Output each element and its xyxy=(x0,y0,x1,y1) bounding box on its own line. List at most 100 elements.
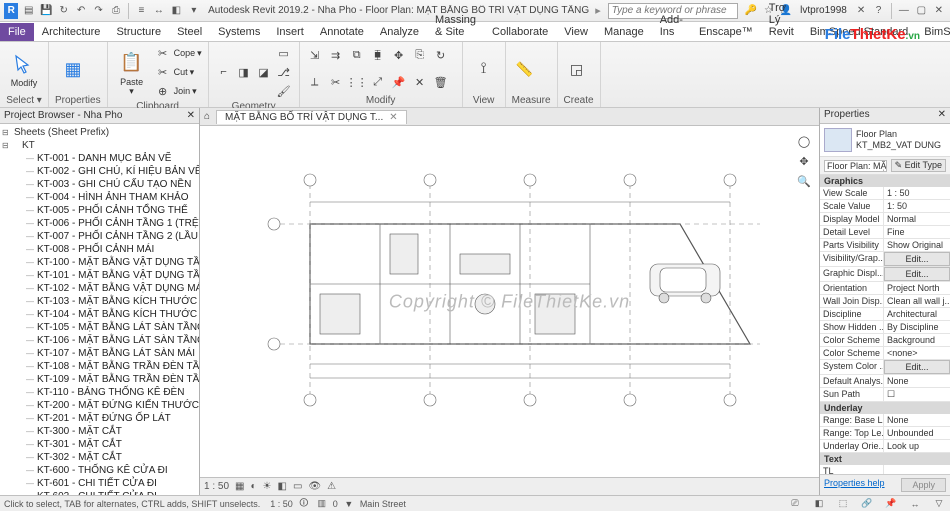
window-close-icon[interactable]: ✕ xyxy=(932,3,946,19)
nav-pan-icon[interactable]: ✥ xyxy=(795,152,813,170)
qat-sync-icon[interactable]: ↻ xyxy=(56,3,70,19)
qat-dropdown-icon[interactable]: ▾ xyxy=(187,3,201,19)
pb-sheet-item[interactable]: KT-006 - PHỐI CẢNH TẦNG 1 (TRỆT) xyxy=(0,217,199,230)
pb-sheet-item[interactable]: KT-104 - MẶT BẰNG KÍCH THƯỚC TẦNG … xyxy=(0,308,199,321)
properties-help-link[interactable]: Properties help xyxy=(824,478,885,492)
status-model-icon[interactable]: 🛈 xyxy=(297,497,311,511)
pb-kt-node[interactable]: KT xyxy=(0,139,199,152)
prop-row[interactable]: Underlay Orie...Look up xyxy=(820,440,950,453)
geom-cut-icon[interactable]: ◨ xyxy=(235,63,253,81)
pb-sheet-item[interactable]: KT-004 - HÌNH ẢNH THAM KHẢO xyxy=(0,191,199,204)
status-pin-icon[interactable]: 📌 xyxy=(884,497,898,511)
mirror-axis-icon[interactable]: ⧉ xyxy=(348,47,366,65)
pb-sheet-item[interactable]: KT-005 - PHỐI CẢNH TỔNG THỂ xyxy=(0,204,199,217)
tab-collaborate[interactable]: Collaborate xyxy=(484,23,556,41)
pb-sheet-item[interactable]: KT-106 - MẶT BẰNG LÁT SÀN TẦNG 2 (LẦ… xyxy=(0,334,199,347)
pb-sheet-item[interactable]: KT-001 - DANH MỤC BẢN VẼ xyxy=(0,152,199,165)
prop-row[interactable]: Parts VisibilityShow Original xyxy=(820,239,950,252)
pb-sheet-item[interactable]: KT-007 - PHỐI CẢNH TẦNG 2 (LẦU 1) xyxy=(0,230,199,243)
pb-sheet-item[interactable]: KT-109 - MẶT BẰNG TRẦN ĐÈN TẦNG 2 (… xyxy=(0,373,199,386)
properties-button[interactable]: ▦ xyxy=(55,55,91,83)
help-icon[interactable]: ? xyxy=(871,3,885,19)
pb-sheet-item[interactable]: KT-300 - MẶT CẮT xyxy=(0,425,199,438)
tab-enscape-[interactable]: Enscape™ xyxy=(691,23,761,41)
mirror-draw-icon[interactable]: ⧯ xyxy=(369,47,387,65)
status-link-icon[interactable]: 🔗 xyxy=(860,497,874,511)
pb-sheets-node[interactable]: Sheets (Sheet Prefix) xyxy=(0,126,199,139)
prop-row[interactable]: Color Scheme<none> xyxy=(820,347,950,360)
status-filter2-icon[interactable]: ▽ xyxy=(932,497,946,511)
pb-sheet-item[interactable]: KT-102 - MẶT BẰNG VẬT DỤNG MÁI xyxy=(0,282,199,295)
create-similar-icon[interactable]: ◲ xyxy=(564,60,590,78)
pb-sheet-item[interactable]: KT-105 - MẶT BẰNG LÁT SÀN TẦNG 1 (TR… xyxy=(0,321,199,334)
status-select-icon[interactable]: ⬚ xyxy=(836,497,850,511)
pb-sheet-item[interactable]: KT-108 - MẶT BẰNG TRẦN ĐÈN TẦNG 1 (… xyxy=(0,360,199,373)
pb-sheet-item[interactable]: KT-103 - MẶT BẰNG KÍCH THƯỚC TẦNG … xyxy=(0,295,199,308)
geom-split-icon[interactable]: ⎇ xyxy=(275,63,293,81)
tab-annotate[interactable]: Annotate xyxy=(312,23,372,41)
tab-steel[interactable]: Steel xyxy=(169,23,210,41)
cut-button[interactable]: ✂Cut ▾ xyxy=(154,63,202,81)
view-tab[interactable]: MẶT BẰNG BỐ TRÍ VẬT DỤNG T... ✕ xyxy=(216,110,407,124)
tab-systems[interactable]: Systems xyxy=(210,23,268,41)
qat-print-icon[interactable]: ⎙ xyxy=(109,3,123,19)
qat-dim-icon[interactable]: ↔ xyxy=(152,3,166,19)
status-scale[interactable]: 1 : 50 xyxy=(270,499,293,509)
prop-row[interactable]: Sun Path☐ xyxy=(820,388,950,402)
pb-sheet-item[interactable]: KT-600 - THỐNG KÊ CỬA ĐI xyxy=(0,464,199,477)
rotate-icon[interactable]: ↻ xyxy=(432,47,450,65)
pin-icon[interactable]: 📌 xyxy=(390,73,408,91)
delete-icon[interactable]: 🗑 xyxy=(432,73,450,91)
prop-row[interactable]: Range: Base L...None xyxy=(820,414,950,427)
exchange-icon[interactable]: ✕ xyxy=(854,3,868,19)
geom-paint-icon[interactable]: 🖌 xyxy=(275,82,293,100)
prop-group[interactable]: Underlay xyxy=(820,402,950,414)
prop-row[interactable]: Default Analys...None xyxy=(820,375,950,388)
apply-button[interactable]: Apply xyxy=(901,478,946,492)
user-name[interactable]: lvtpro1998 xyxy=(800,5,847,16)
align-icon[interactable]: ⇲ xyxy=(306,47,324,65)
vc-reveal-icon[interactable]: ⚠ xyxy=(327,481,336,492)
pb-sheet-item[interactable]: KT-302 - MẶT CẮT xyxy=(0,451,199,464)
vc-shadow-icon[interactable]: ◧ xyxy=(278,481,287,492)
pb-sheet-item[interactable]: KT-008 - PHỐI CẢNH MÁI xyxy=(0,243,199,256)
tab-insert[interactable]: Insert xyxy=(268,23,312,41)
drawing-area[interactable]: Copyright © FileThietKe.vn ◯ ✥ 🔍 xyxy=(200,126,819,477)
home-view-icon[interactable]: ⌂ xyxy=(200,111,214,122)
status-drag-icon[interactable]: ↔ xyxy=(908,497,922,511)
view-hide-icon[interactable]: ⟟ xyxy=(469,60,499,78)
window-max-icon[interactable]: ▢ xyxy=(914,3,928,19)
scale-icon[interactable]: ⤢ xyxy=(369,73,387,91)
modify-tool-button[interactable]: Modify xyxy=(6,50,42,88)
prop-row[interactable]: OrientationProject North xyxy=(820,282,950,295)
prop-row[interactable]: Detail LevelFine xyxy=(820,226,950,239)
qat-undo-icon[interactable]: ↶ xyxy=(74,3,88,19)
vc-detail-icon[interactable]: ▦ xyxy=(235,481,244,492)
trim-icon[interactable]: ⟂ xyxy=(306,73,324,91)
measure-icon[interactable]: 📏 xyxy=(512,60,538,78)
prop-group[interactable]: Text xyxy=(820,453,950,465)
vc-crop-icon[interactable]: ▭ xyxy=(293,481,302,492)
type-selector[interactable]: Floor Plan KT_MB2_VAT DUNG xyxy=(820,124,950,157)
qat-redo-icon[interactable]: ↷ xyxy=(91,3,105,19)
tab-manage[interactable]: Manage xyxy=(596,23,652,41)
vc-scale[interactable]: 1 : 50 xyxy=(204,481,229,492)
pb-sheet-item[interactable]: KT-200 - MẶT ĐỨNG KIẾN THƯỚC xyxy=(0,399,199,412)
move-icon[interactable]: ✥ xyxy=(390,47,408,65)
nav-wheel-icon[interactable]: ◯ xyxy=(795,132,813,150)
geom-cope-icon[interactable]: ⌐ xyxy=(215,63,233,81)
split-icon[interactable]: ✂ xyxy=(327,73,345,91)
prop-row[interactable]: TL xyxy=(820,465,950,474)
instance-selector[interactable]: Floor Plan: MẶT BẰN… xyxy=(824,160,887,172)
prop-row[interactable]: Visibility/Grap...Edit... xyxy=(820,252,950,267)
tab-analyze[interactable]: Analyze xyxy=(372,23,427,41)
pb-sheet-item[interactable]: KT-601 - CHI TIẾT CỬA ĐI xyxy=(0,477,199,490)
join-button[interactable]: ⊕Join ▾ xyxy=(154,82,202,100)
prop-row[interactable]: Wall Join Disp...Clean all wall j... xyxy=(820,295,950,308)
qat-tag-icon[interactable]: ◧ xyxy=(169,3,183,19)
tab-bimspeed-standard[interactable]: BimSpeed.Standard xyxy=(802,23,916,41)
offset-icon[interactable]: ⇉ xyxy=(327,47,345,65)
view-tab-close-icon[interactable]: ✕ xyxy=(389,112,397,123)
prop-row[interactable]: Color Scheme ...Background xyxy=(820,334,950,347)
prop-row[interactable]: Scale Value1: 50 xyxy=(820,200,950,213)
